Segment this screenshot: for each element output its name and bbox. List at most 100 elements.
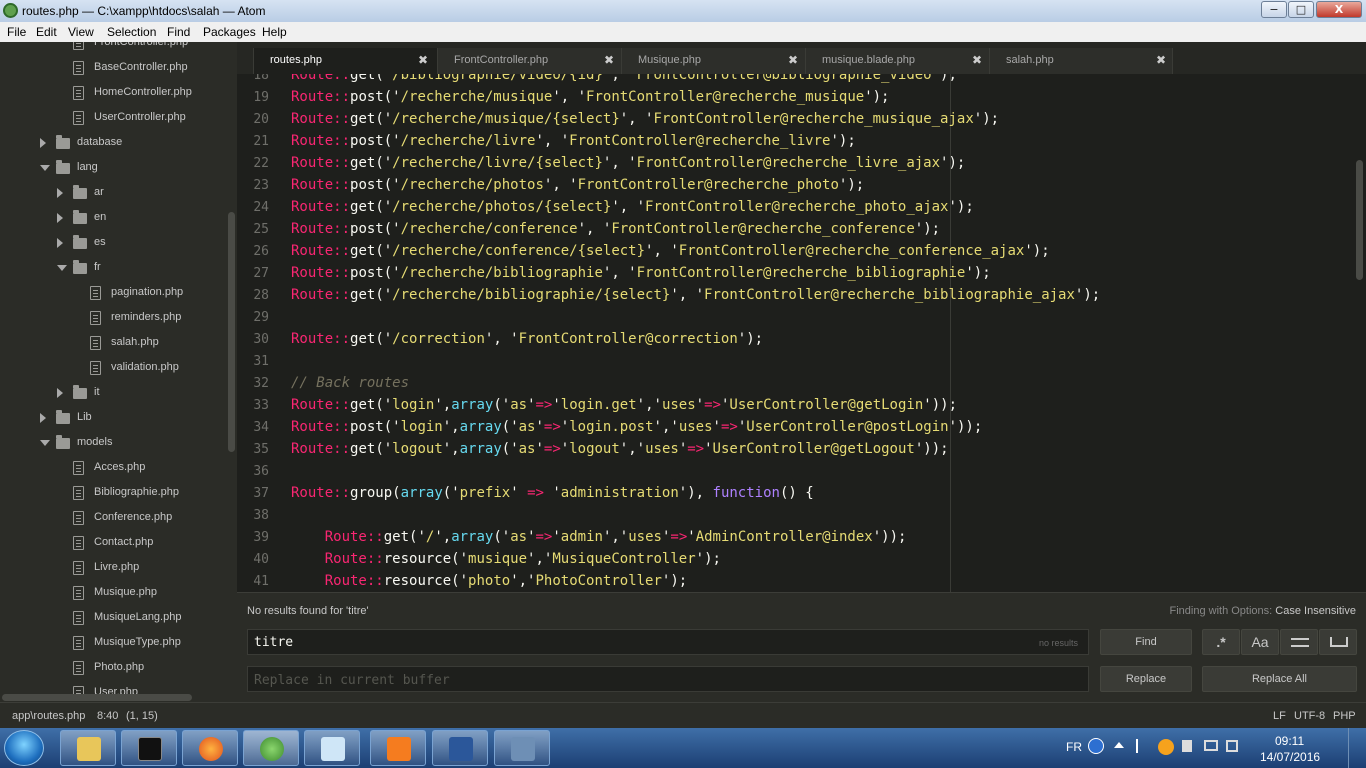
chevron-right-icon[interactable] — [57, 188, 63, 198]
status-line-ending[interactable]: LF — [1273, 710, 1286, 722]
find-input[interactable]: titre no results — [247, 629, 1089, 655]
status-cursor-position[interactable]: 8:40 — [97, 710, 118, 722]
network-tray-icon[interactable] — [1204, 740, 1218, 751]
start-button[interactable] — [4, 730, 44, 766]
menu-help[interactable]: Help — [262, 25, 287, 39]
minimize-button[interactable]: − — [1261, 1, 1287, 18]
in-selection-toggle[interactable] — [1280, 629, 1318, 655]
taskbar-xampp[interactable] — [370, 730, 426, 766]
code-line[interactable]: Route::get('/bibliographie/video/{id}', … — [291, 74, 957, 83]
taskbar-cmd[interactable] — [121, 730, 177, 766]
tab-frontcontroller-php[interactable]: FrontController.php ✖ — [437, 48, 621, 74]
avast-icon[interactable] — [1158, 739, 1174, 755]
tab-close-icon[interactable]: ✖ — [418, 53, 428, 67]
code-line[interactable]: // Back routes — [291, 375, 409, 391]
code-line[interactable]: Route::get('logout',array('as'=>'logout'… — [291, 441, 949, 457]
code-line[interactable]: Route::post('/recherche/photos', 'FrontC… — [291, 177, 864, 193]
menu-edit[interactable]: Edit — [36, 25, 57, 39]
tab-label: Musique.php — [638, 54, 701, 66]
code-token: Route — [291, 177, 334, 193]
title-bar: routes.php — C:\xampp\htdocs\salah — Ato… — [0, 0, 1366, 22]
tree-scrollbar-vertical[interactable] — [228, 212, 235, 452]
code-line[interactable]: Route::get('/recherche/photos/{select}',… — [291, 199, 974, 215]
close-button[interactable]: X — [1316, 1, 1362, 18]
chevron-down-icon[interactable] — [57, 265, 67, 271]
maximize-button[interactable]: □ — [1288, 1, 1314, 18]
code-token: as — [510, 397, 528, 413]
chevron-right-icon[interactable] — [57, 388, 63, 398]
replace-all-button[interactable]: Replace All — [1202, 666, 1357, 692]
code-line[interactable]: Route::get('login',array('as'=>'login.ge… — [291, 397, 957, 413]
replace-input[interactable]: Replace in current buffer — [247, 666, 1089, 692]
code-line[interactable]: Route::post('/recherche/conference', 'Fr… — [291, 221, 940, 237]
display-icon[interactable] — [1226, 740, 1238, 752]
taskbar-notepad[interactable] — [304, 730, 360, 766]
code-token: photo — [468, 573, 511, 589]
whole-word-toggle[interactable] — [1319, 629, 1357, 655]
menu-view[interactable]: View — [68, 25, 94, 39]
code-line[interactable]: Route::get('/recherche/bibliographie/{se… — [291, 287, 1100, 303]
taskbar-explorer[interactable] — [60, 730, 116, 766]
menu-file[interactable]: File — [7, 25, 26, 39]
folder-icon — [56, 435, 70, 449]
chevron-down-icon[interactable] — [40, 165, 50, 171]
editor-scrollbar[interactable] — [1356, 160, 1363, 280]
tab-musique-blade-php[interactable]: musique.blade.php ✖ — [805, 48, 989, 74]
code-line[interactable]: Route::get('/recherche/conference/{selec… — [291, 243, 1050, 259]
tab-salah-php[interactable]: salah.php ✖ — [989, 48, 1173, 74]
tab-close-icon[interactable]: ✖ — [604, 53, 614, 67]
code-line[interactable]: Route::resource('musique','MusiqueContro… — [291, 551, 721, 567]
taskbar-word[interactable] — [432, 730, 488, 766]
menu-selection[interactable]: Selection — [107, 25, 156, 39]
show-hidden-icons-icon[interactable] — [1114, 742, 1124, 748]
code-token: ' — [737, 419, 747, 435]
case-sensitive-toggle[interactable]: Aa — [1241, 629, 1279, 655]
code-token: '); — [838, 177, 865, 193]
status-file-path[interactable]: app\routes.php — [12, 710, 85, 722]
code-line[interactable]: Route::resource('photo','PhotoController… — [291, 573, 688, 589]
taskbar-network-app[interactable] — [494, 730, 550, 766]
clock-time[interactable]: 09:11 — [1275, 734, 1304, 748]
status-grammar[interactable]: PHP — [1333, 710, 1356, 722]
chevron-down-icon[interactable] — [40, 440, 50, 446]
code-line[interactable]: Route::get('/',array('as'=>'admin','uses… — [291, 529, 907, 545]
code-line[interactable]: Route::post('/recherche/musique', 'Front… — [291, 89, 889, 105]
chevron-right-icon[interactable] — [57, 213, 63, 223]
language-indicator[interactable]: FR — [1066, 740, 1082, 754]
taskbar-atom[interactable] — [243, 730, 299, 766]
regex-toggle[interactable]: .* — [1202, 629, 1240, 655]
code-line[interactable]: Route::post('login',array('as'=>'login.p… — [291, 419, 982, 435]
help-icon[interactable] — [1088, 738, 1104, 754]
code-line[interactable]: Route::get('/recherche/musique/{select}'… — [291, 111, 999, 127]
volume-icon[interactable] — [1182, 740, 1192, 752]
menu-packages[interactable]: Packages — [203, 25, 256, 39]
code-line[interactable]: Route::get('/correction', 'FrontControll… — [291, 331, 763, 347]
clock-date[interactable]: 14/07/2016 — [1260, 750, 1320, 764]
tab-routes-php[interactable]: routes.php ✖ — [253, 48, 437, 74]
code-line[interactable]: Route::group(array('prefix' => 'administ… — [291, 485, 814, 501]
tab-musique-php[interactable]: Musique.php ✖ — [621, 48, 805, 74]
flag-icon[interactable] — [1136, 739, 1148, 753]
code-token: FrontController@recherche_livre_ajax — [636, 155, 941, 171]
code-editor[interactable]: 18 Route::get('/bibliographie/video/{id}'… — [237, 74, 1355, 592]
replace-button[interactable]: Replace — [1100, 666, 1192, 692]
code-line[interactable]: Route::get('/recherche/livre/{select}', … — [291, 155, 965, 171]
line-number: 26 — [253, 244, 269, 259]
line-number: 22 — [253, 156, 269, 171]
chevron-right-icon[interactable] — [57, 238, 63, 248]
tab-close-icon[interactable]: ✖ — [788, 53, 798, 67]
code-token: :: — [333, 155, 351, 171]
code-line[interactable]: Route::post('/recherche/bibliographie', … — [291, 265, 991, 281]
network-icon — [511, 737, 535, 761]
find-button[interactable]: Find — [1100, 629, 1192, 655]
show-desktop-button[interactable] — [1348, 728, 1364, 768]
tree-scrollbar-horizontal[interactable] — [2, 694, 192, 701]
status-encoding[interactable]: UTF-8 — [1294, 710, 1325, 722]
taskbar-firefox[interactable] — [182, 730, 238, 766]
tab-close-icon[interactable]: ✖ — [972, 53, 982, 67]
chevron-right-icon[interactable] — [40, 138, 46, 148]
code-line[interactable]: Route::post('/recherche/livre', 'FrontCo… — [291, 133, 856, 149]
tab-close-icon[interactable]: ✖ — [1156, 53, 1166, 67]
menu-find[interactable]: Find — [167, 25, 190, 39]
chevron-right-icon[interactable] — [40, 413, 46, 423]
